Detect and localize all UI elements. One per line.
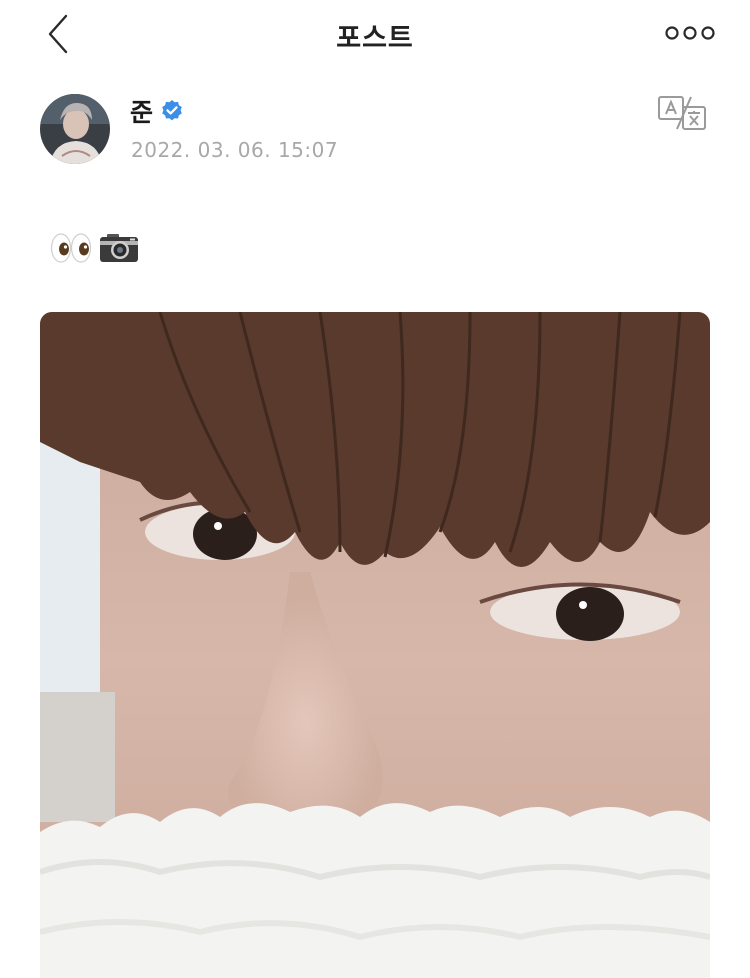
translate-button[interactable] <box>657 94 709 132</box>
author-name[interactable]: 준 <box>130 93 153 129</box>
post-body <box>50 228 140 268</box>
avatar[interactable] <box>40 94 110 164</box>
eyes-emoji <box>50 233 92 263</box>
post-author-header: 준 2022. 03. 06. 15:07 <box>40 92 710 172</box>
post-timestamp: 2022. 03. 06. 15:07 <box>131 138 339 162</box>
more-options-button[interactable] <box>660 18 720 48</box>
page-title: 포스트 <box>336 23 414 54</box>
translate-icon <box>658 96 706 130</box>
verified-badge-icon <box>162 100 182 121</box>
more-options-icon <box>665 26 715 40</box>
top-navigation-bar: 포스트 <box>0 0 750 70</box>
camera-emoji <box>100 234 138 262</box>
post-photo[interactable] <box>40 312 710 978</box>
author-name-row: 준 <box>130 94 184 128</box>
